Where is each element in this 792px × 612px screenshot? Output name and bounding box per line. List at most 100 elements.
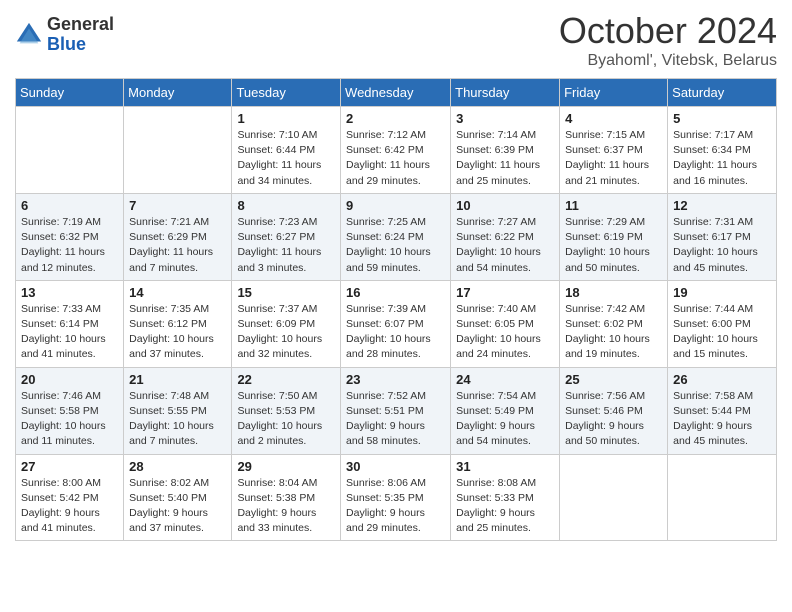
- day-info: Sunrise: 7:48 AM Sunset: 5:55 PM Dayligh…: [129, 389, 226, 450]
- sunset-text: Sunset: 6:12 PM: [129, 318, 207, 330]
- sunset-text: Sunset: 6:02 PM: [565, 318, 643, 330]
- day-number: 2: [346, 111, 445, 126]
- calendar-cell: 31 Sunrise: 8:08 AM Sunset: 5:33 PM Dayl…: [451, 454, 560, 541]
- day-number: 29: [237, 459, 335, 474]
- daylight-text: Daylight: 11 hours and 7 minutes.: [129, 246, 213, 273]
- sunrise-text: Sunrise: 7:50 AM: [237, 390, 317, 402]
- page-header: General Blue October 2024 Byahoml', Vite…: [15, 10, 777, 70]
- day-info: Sunrise: 7:37 AM Sunset: 6:09 PM Dayligh…: [237, 302, 335, 363]
- sunset-text: Sunset: 5:40 PM: [129, 492, 207, 504]
- day-number: 11: [565, 198, 662, 213]
- sunrise-text: Sunrise: 8:02 AM: [129, 477, 209, 489]
- sunset-text: Sunset: 6:19 PM: [565, 231, 643, 243]
- daylight-text: Daylight: 10 hours and 59 minutes.: [346, 246, 431, 273]
- day-info: Sunrise: 7:19 AM Sunset: 6:32 PM Dayligh…: [21, 215, 118, 276]
- sunset-text: Sunset: 5:49 PM: [456, 405, 534, 417]
- day-info: Sunrise: 7:31 AM Sunset: 6:17 PM Dayligh…: [673, 215, 771, 276]
- month-title: October 2024: [559, 10, 777, 52]
- calendar-cell: 2 Sunrise: 7:12 AM Sunset: 6:42 PM Dayli…: [341, 107, 451, 194]
- day-info: Sunrise: 7:15 AM Sunset: 6:37 PM Dayligh…: [565, 128, 662, 189]
- sunrise-text: Sunrise: 7:33 AM: [21, 303, 101, 315]
- day-info: Sunrise: 7:27 AM Sunset: 6:22 PM Dayligh…: [456, 215, 554, 276]
- col-friday: Friday: [560, 79, 668, 107]
- day-info: Sunrise: 7:56 AM Sunset: 5:46 PM Dayligh…: [565, 389, 662, 450]
- calendar-cell: [124, 107, 232, 194]
- calendar-cell: 6 Sunrise: 7:19 AM Sunset: 6:32 PM Dayli…: [16, 193, 124, 280]
- sunset-text: Sunset: 6:39 PM: [456, 144, 534, 156]
- day-number: 12: [673, 198, 771, 213]
- calendar-cell: 25 Sunrise: 7:56 AM Sunset: 5:46 PM Dayl…: [560, 367, 668, 454]
- day-info: Sunrise: 7:40 AM Sunset: 6:05 PM Dayligh…: [456, 302, 554, 363]
- calendar-cell: 23 Sunrise: 7:52 AM Sunset: 5:51 PM Dayl…: [341, 367, 451, 454]
- daylight-text: Daylight: 9 hours and 29 minutes.: [346, 507, 425, 534]
- day-number: 16: [346, 285, 445, 300]
- calendar-cell: 10 Sunrise: 7:27 AM Sunset: 6:22 PM Dayl…: [451, 193, 560, 280]
- calendar-cell: 21 Sunrise: 7:48 AM Sunset: 5:55 PM Dayl…: [124, 367, 232, 454]
- daylight-text: Daylight: 10 hours and 15 minutes.: [673, 333, 758, 360]
- calendar-cell: 17 Sunrise: 7:40 AM Sunset: 6:05 PM Dayl…: [451, 280, 560, 367]
- day-info: Sunrise: 7:17 AM Sunset: 6:34 PM Dayligh…: [673, 128, 771, 189]
- day-number: 5: [673, 111, 771, 126]
- daylight-text: Daylight: 9 hours and 50 minutes.: [565, 420, 644, 447]
- week-row-1: 1 Sunrise: 7:10 AM Sunset: 6:44 PM Dayli…: [16, 107, 777, 194]
- daylight-text: Daylight: 10 hours and 41 minutes.: [21, 333, 106, 360]
- day-number: 3: [456, 111, 554, 126]
- daylight-text: Daylight: 11 hours and 25 minutes.: [456, 159, 540, 186]
- day-number: 31: [456, 459, 554, 474]
- calendar-cell: 12 Sunrise: 7:31 AM Sunset: 6:17 PM Dayl…: [668, 193, 777, 280]
- logo: General Blue: [15, 15, 114, 55]
- calendar-cell: 8 Sunrise: 7:23 AM Sunset: 6:27 PM Dayli…: [232, 193, 341, 280]
- calendar-cell: 18 Sunrise: 7:42 AM Sunset: 6:02 PM Dayl…: [560, 280, 668, 367]
- day-number: 22: [237, 372, 335, 387]
- sunrise-text: Sunrise: 7:21 AM: [129, 216, 209, 228]
- day-info: Sunrise: 8:06 AM Sunset: 5:35 PM Dayligh…: [346, 476, 445, 537]
- calendar-cell: 26 Sunrise: 7:58 AM Sunset: 5:44 PM Dayl…: [668, 367, 777, 454]
- daylight-text: Daylight: 10 hours and 54 minutes.: [456, 246, 541, 273]
- sunrise-text: Sunrise: 8:04 AM: [237, 477, 317, 489]
- sunset-text: Sunset: 6:42 PM: [346, 144, 424, 156]
- calendar-cell: 5 Sunrise: 7:17 AM Sunset: 6:34 PM Dayli…: [668, 107, 777, 194]
- sunset-text: Sunset: 5:44 PM: [673, 405, 751, 417]
- sunrise-text: Sunrise: 7:44 AM: [673, 303, 753, 315]
- col-tuesday: Tuesday: [232, 79, 341, 107]
- sunset-text: Sunset: 6:05 PM: [456, 318, 534, 330]
- day-info: Sunrise: 7:39 AM Sunset: 6:07 PM Dayligh…: [346, 302, 445, 363]
- day-number: 14: [129, 285, 226, 300]
- calendar-cell: 28 Sunrise: 8:02 AM Sunset: 5:40 PM Dayl…: [124, 454, 232, 541]
- day-number: 4: [565, 111, 662, 126]
- day-info: Sunrise: 8:02 AM Sunset: 5:40 PM Dayligh…: [129, 476, 226, 537]
- sunset-text: Sunset: 5:42 PM: [21, 492, 99, 504]
- sunrise-text: Sunrise: 7:54 AM: [456, 390, 536, 402]
- sunset-text: Sunset: 5:35 PM: [346, 492, 424, 504]
- sunrise-text: Sunrise: 7:12 AM: [346, 129, 426, 141]
- day-info: Sunrise: 7:52 AM Sunset: 5:51 PM Dayligh…: [346, 389, 445, 450]
- sunset-text: Sunset: 6:24 PM: [346, 231, 424, 243]
- sunrise-text: Sunrise: 7:58 AM: [673, 390, 753, 402]
- calendar-cell: 1 Sunrise: 7:10 AM Sunset: 6:44 PM Dayli…: [232, 107, 341, 194]
- daylight-text: Daylight: 10 hours and 11 minutes.: [21, 420, 106, 447]
- calendar-cell: 11 Sunrise: 7:29 AM Sunset: 6:19 PM Dayl…: [560, 193, 668, 280]
- day-number: 15: [237, 285, 335, 300]
- sunrise-text: Sunrise: 7:37 AM: [237, 303, 317, 315]
- sunset-text: Sunset: 6:44 PM: [237, 144, 315, 156]
- day-info: Sunrise: 7:14 AM Sunset: 6:39 PM Dayligh…: [456, 128, 554, 189]
- day-number: 6: [21, 198, 118, 213]
- logo-text: General Blue: [47, 15, 114, 55]
- calendar-cell: [668, 454, 777, 541]
- day-info: Sunrise: 7:23 AM Sunset: 6:27 PM Dayligh…: [237, 215, 335, 276]
- calendar-cell: 29 Sunrise: 8:04 AM Sunset: 5:38 PM Dayl…: [232, 454, 341, 541]
- week-row-5: 27 Sunrise: 8:00 AM Sunset: 5:42 PM Dayl…: [16, 454, 777, 541]
- sunrise-text: Sunrise: 7:39 AM: [346, 303, 426, 315]
- logo-general: General: [47, 15, 114, 35]
- day-info: Sunrise: 8:04 AM Sunset: 5:38 PM Dayligh…: [237, 476, 335, 537]
- sunset-text: Sunset: 6:27 PM: [237, 231, 315, 243]
- daylight-text: Daylight: 10 hours and 45 minutes.: [673, 246, 758, 273]
- day-info: Sunrise: 7:44 AM Sunset: 6:00 PM Dayligh…: [673, 302, 771, 363]
- sunset-text: Sunset: 6:37 PM: [565, 144, 643, 156]
- day-info: Sunrise: 7:25 AM Sunset: 6:24 PM Dayligh…: [346, 215, 445, 276]
- day-info: Sunrise: 7:29 AM Sunset: 6:19 PM Dayligh…: [565, 215, 662, 276]
- day-number: 27: [21, 459, 118, 474]
- calendar-cell: [16, 107, 124, 194]
- daylight-text: Daylight: 11 hours and 3 minutes.: [237, 246, 321, 273]
- sunrise-text: Sunrise: 7:52 AM: [346, 390, 426, 402]
